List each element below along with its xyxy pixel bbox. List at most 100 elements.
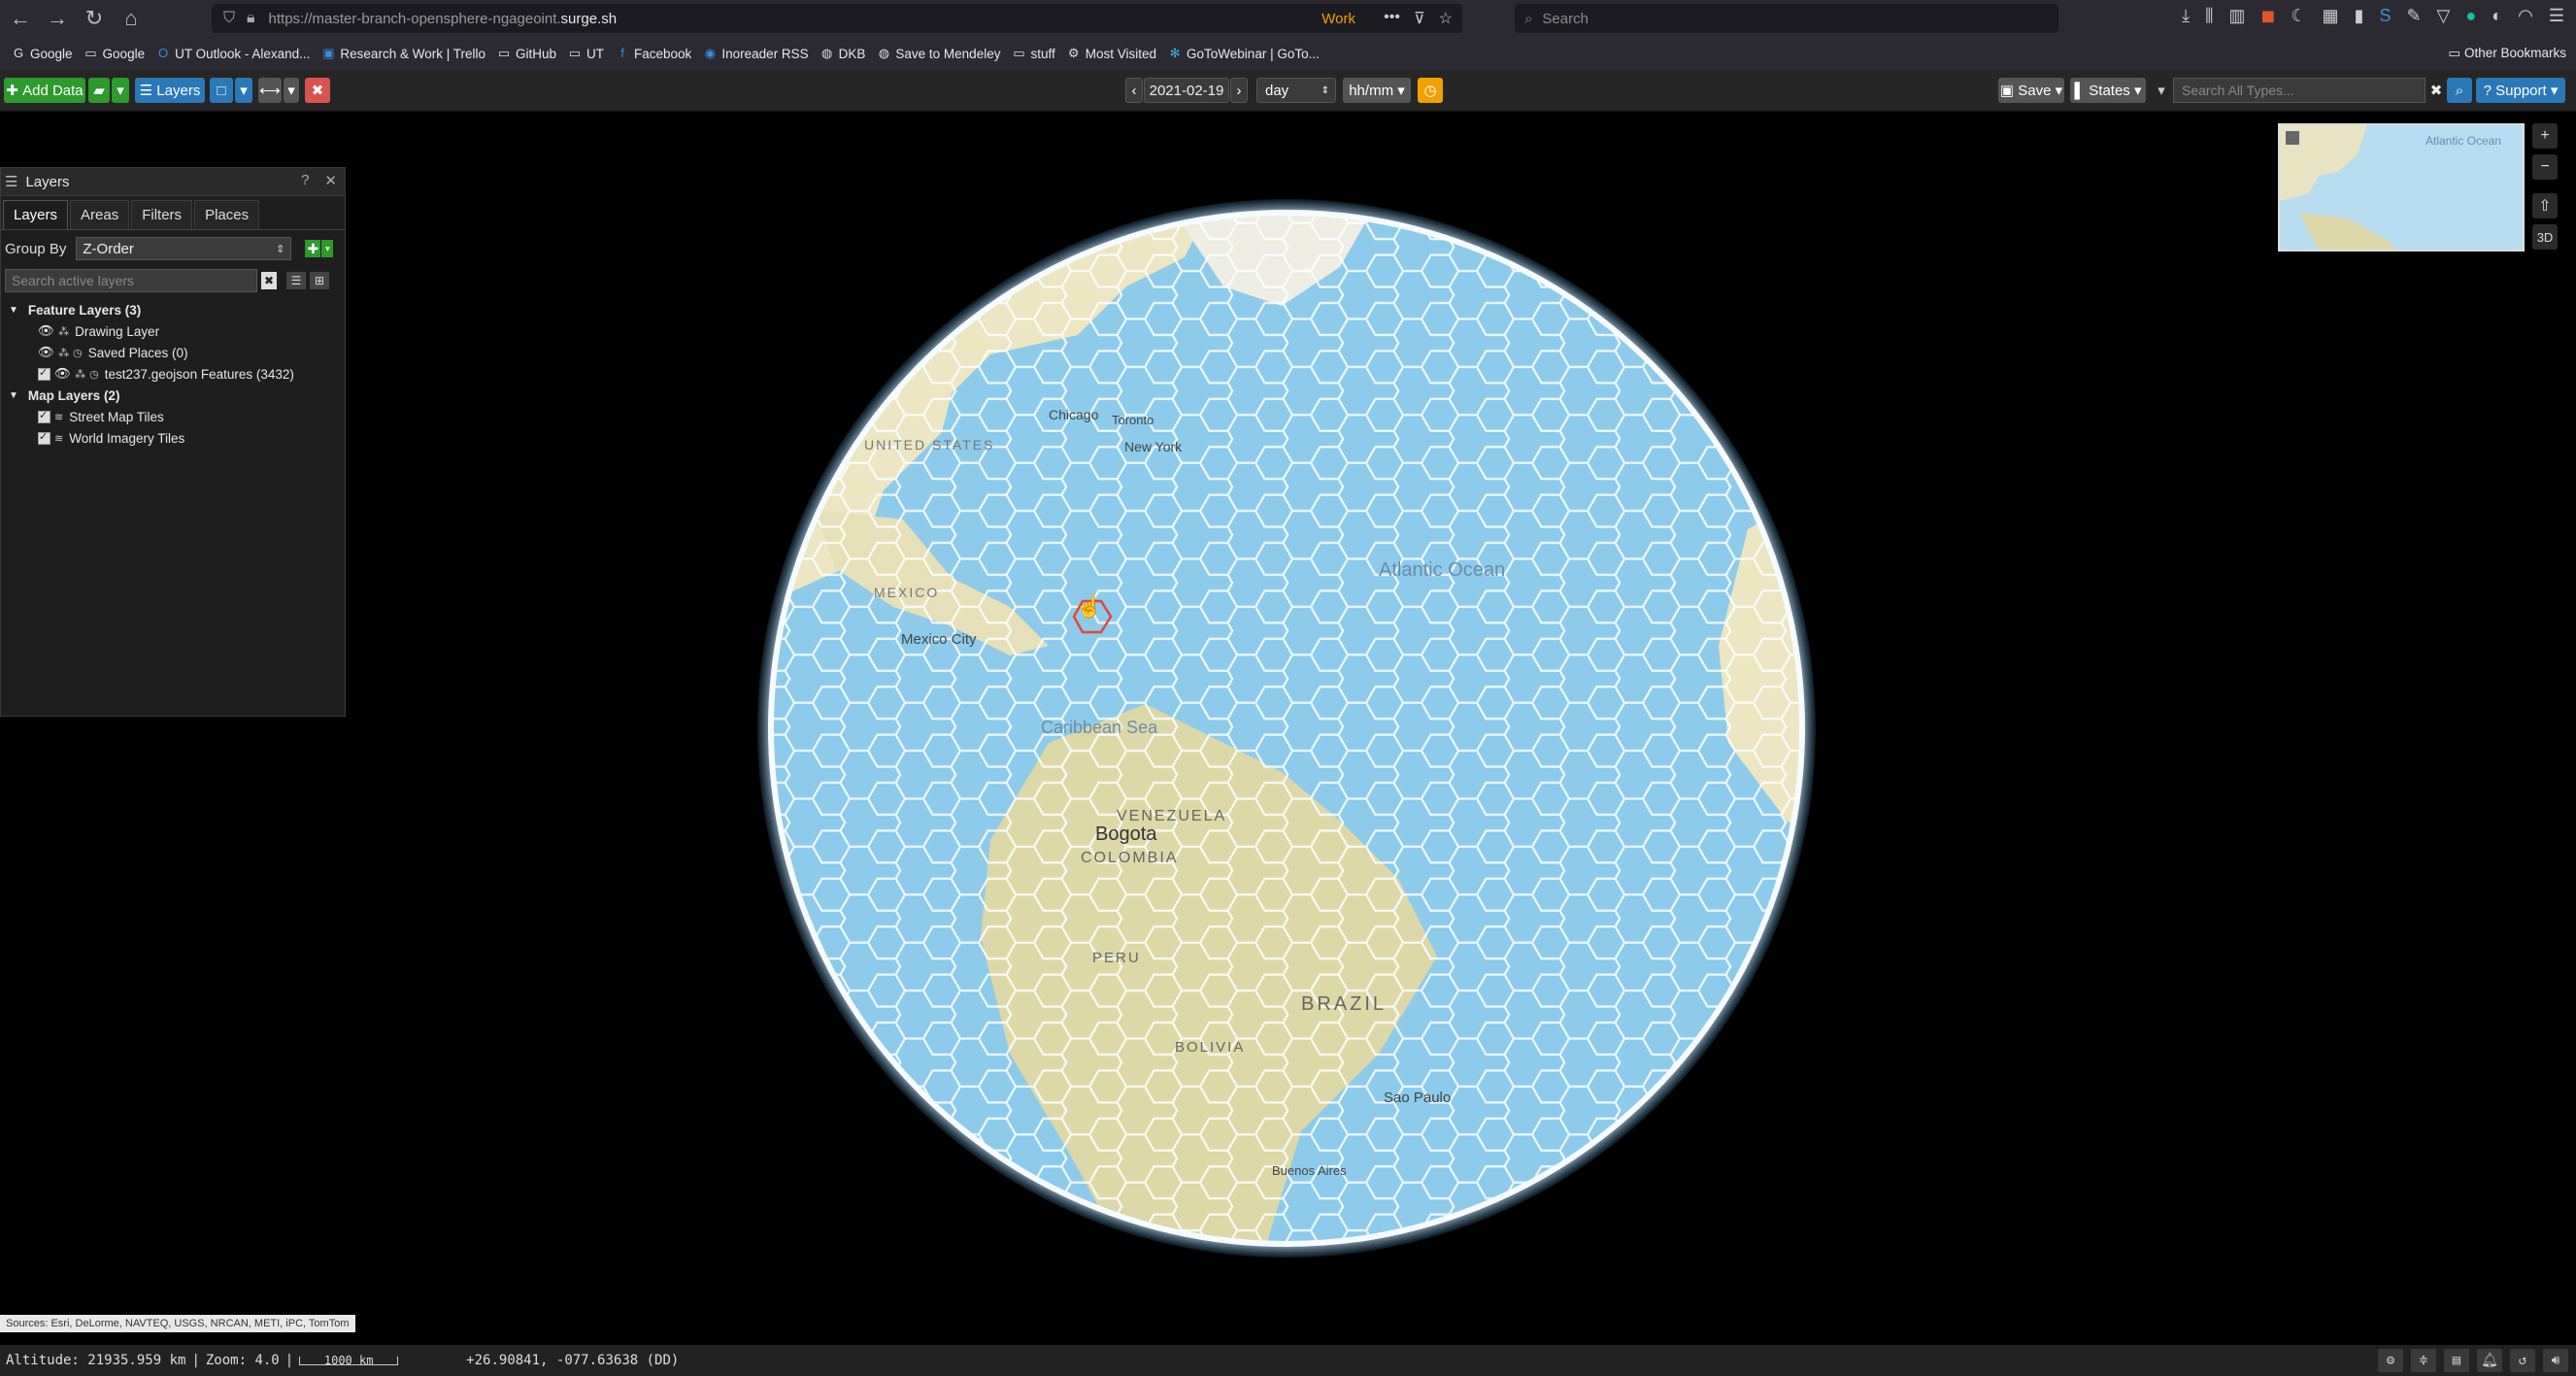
search-all-types-input[interactable]: Search All Types...	[2173, 78, 2425, 103]
moon-icon[interactable]: ☾	[2291, 6, 2306, 26]
tree-view-icon[interactable]: ⊞	[310, 272, 329, 289]
notification-icon[interactable]: 🔔︎	[2477, 1349, 2502, 1372]
grid-icon[interactable]: ▦	[2323, 6, 2339, 26]
draw-box-button[interactable]: □	[210, 78, 233, 103]
support-button[interactable]: ? Support ▾	[2476, 78, 2565, 103]
add-layer-button[interactable]: ✚	[305, 240, 321, 257]
close-icon[interactable]: ✕	[324, 172, 337, 189]
home-icon[interactable]: ⌂	[115, 2, 148, 35]
tab-layers[interactable]: Layers	[3, 200, 69, 229]
date-input[interactable]: 2021-02-19	[1144, 78, 1229, 103]
download-icon[interactable]: ⤓	[2182, 6, 2190, 26]
more-icon[interactable]: •••	[1384, 9, 1400, 28]
star-icon[interactable]: ☆	[1439, 9, 1453, 28]
other-bookmarks[interactable]: ▭ Other Bookmarks	[2448, 46, 2566, 61]
states-button[interactable]: ▌ States ▾	[2070, 78, 2146, 103]
eye-icon[interactable]: 👁︎	[54, 366, 71, 382]
menu-icon[interactable]: ☰	[2549, 6, 2564, 26]
settings-icon[interactable]: ⚙	[2378, 1349, 2403, 1372]
style-icon[interactable]: ⁂	[58, 325, 69, 338]
forward-icon[interactable]: →	[41, 2, 74, 35]
s-icon[interactable]: S	[2379, 6, 2391, 26]
layer-row-drawing[interactable]: 👁︎ ⁂ Drawing Layer	[1, 320, 345, 342]
search-active-layers-input[interactable]: Search active layers	[5, 269, 257, 292]
bookmark-trello[interactable]: ▣ Research & Work | Trello	[321, 47, 485, 61]
back-icon[interactable]: ←	[4, 2, 37, 35]
pocket-icon[interactable]: ⊽	[1414, 9, 1425, 28]
next-date-button[interactable]: ›	[1230, 78, 1248, 103]
add-data-dropdown[interactable]: ▾	[112, 78, 129, 103]
adjust-icon[interactable]: ≑	[2411, 1349, 2436, 1372]
layer-row-geojson[interactable]: 👁︎ ⁂ ◷ test237.geojson Features (3432)	[1, 363, 345, 385]
layer-row-saved-places[interactable]: 👁︎ ⁂ ◷ Saved Places (0)	[1, 342, 345, 363]
bookmark-gotowebinar[interactable]: ✻ GoToWebinar | GoTo...	[1168, 47, 1320, 61]
clock-icon[interactable]: ◷	[73, 347, 83, 359]
duration-select[interactable]: day ⇕	[1256, 78, 1336, 103]
clear-search-icon[interactable]: ✖	[261, 272, 277, 289]
library-icon[interactable]: ⫼	[2205, 6, 2213, 26]
bookmark-google[interactable]: G Google	[12, 47, 73, 61]
v-icon[interactable]: ▽	[2437, 6, 2451, 26]
bookmark-stuff[interactable]: ▭ stuff	[1012, 47, 1054, 61]
bookmark-mendeley[interactable]: ◍ Save to Mendeley	[877, 47, 1001, 61]
brush-icon[interactable]: ✎	[2406, 6, 2421, 26]
search-type-dropdown[interactable]: ▾	[2154, 78, 2169, 103]
draw-dropdown[interactable]: ▾	[235, 78, 252, 103]
overview-map[interactable]: Atlantic Ocean	[2278, 123, 2525, 252]
bookmark-inoreader[interactable]: ◉ Inoreader RSS	[703, 47, 809, 61]
caret-down-icon[interactable]: ▼	[9, 305, 18, 316]
measure-dropdown[interactable]: ▾	[284, 78, 299, 103]
add-data-button[interactable]: ✚ Add Data	[4, 78, 85, 103]
time-format-button[interactable]: hh/mm ▾	[1343, 78, 1411, 103]
open-file-button[interactable]: ▰	[88, 78, 110, 103]
volume-icon[interactable]: 🔊︎	[2543, 1349, 2568, 1372]
container-badge[interactable]: Work	[1321, 11, 1355, 27]
extension-icon[interactable]: ◼	[2260, 6, 2275, 26]
reset-rotation-button[interactable]: ⇧	[2532, 193, 2558, 218]
account-icon[interactable]: ◠	[2518, 6, 2533, 26]
bookmark-dkb[interactable]: ◍ DKB	[820, 47, 865, 61]
zoom-out-button[interactable]: −	[2532, 154, 2558, 180]
add-layer-dropdown[interactable]: ▾	[321, 240, 334, 257]
style-icon[interactable]: ⁂	[75, 368, 85, 381]
circle-icon[interactable]: ◐	[2492, 6, 2502, 26]
style-icon[interactable]: ⁂	[58, 347, 69, 359]
prev-date-button[interactable]: ‹	[1125, 78, 1143, 103]
grammarly-icon[interactable]: ●	[2465, 6, 2476, 26]
group-by-select[interactable]: Z-Order ⇕	[76, 237, 292, 260]
table-icon[interactable]: ▤	[2444, 1349, 2469, 1372]
caret-down-icon[interactable]: ▼	[9, 390, 18, 401]
sidebar-icon[interactable]: ▥	[2228, 6, 2245, 26]
layers-button[interactable]: ☰ Layers	[135, 78, 205, 103]
tab-areas[interactable]: Areas	[70, 200, 130, 229]
clear-search-button[interactable]: ✖	[2427, 78, 2445, 103]
drag-handle-icon[interactable]: ☰	[5, 173, 17, 190]
feature-layers-group[interactable]: ▼ Feature Layers (3)	[1, 299, 345, 320]
layer-checkbox[interactable]	[38, 430, 50, 445]
bookmark-facebook[interactable]: f Facebook	[616, 47, 691, 61]
layer-row-street-map[interactable]: ≋ Street Map Tiles	[1, 406, 345, 427]
save-button[interactable]: ▣ Save ▾	[1998, 78, 2064, 103]
timeline-button[interactable]: ◷	[1418, 78, 1443, 103]
zoom-in-button[interactable]: +	[2532, 123, 2558, 149]
bookmark-github[interactable]: ▭ GitHub	[497, 47, 556, 61]
toggle-3d-button[interactable]: 3D	[2532, 224, 2558, 250]
history-icon[interactable]: ↺	[2510, 1349, 2535, 1372]
bookmark-most-visited[interactable]: ⚙ Most Visited	[1067, 47, 1156, 61]
layer-checkbox[interactable]	[38, 366, 50, 381]
help-icon[interactable]: ?	[301, 172, 309, 189]
layer-row-world-imagery[interactable]: ≋ World Imagery Tiles	[1, 427, 345, 449]
tab-places[interactable]: Places	[194, 200, 260, 229]
search-button[interactable]: ⌕	[2447, 78, 2472, 103]
clear-button[interactable]: ✖	[305, 78, 330, 103]
barcode-icon[interactable]: ▮	[2355, 6, 2364, 26]
bookmark-google-folder[interactable]: ▭ Google	[84, 47, 145, 61]
map-layers-group[interactable]: ▼ Map Layers (2)	[1, 385, 345, 406]
bookmark-outlook[interactable]: O UT Outlook - Alexand...	[156, 47, 310, 61]
globe[interactable]: Chicago Toronto New York UNITED STATES M…	[757, 199, 1816, 1258]
measure-button[interactable]: ⟷	[258, 78, 282, 103]
tab-filters[interactable]: Filters	[131, 200, 193, 229]
bookmark-ut[interactable]: ▭ UT	[568, 47, 604, 61]
clock-icon[interactable]: ◷	[89, 368, 99, 381]
reload-icon[interactable]: ↻	[78, 2, 111, 35]
